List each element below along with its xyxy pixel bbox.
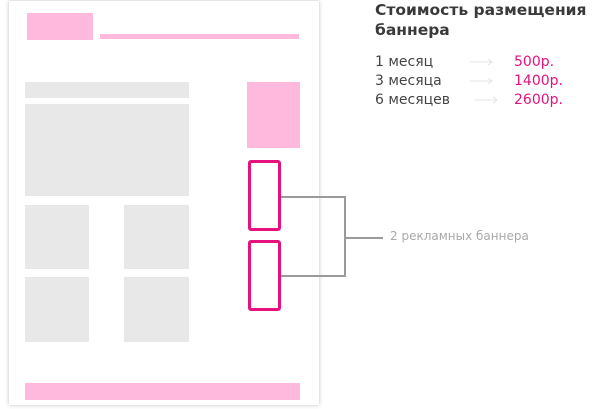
period-label: 6 месяцев: [375, 92, 451, 108]
ad-banners-label: 2 рекламных баннера: [390, 229, 529, 243]
arrow-right-icon: [470, 58, 493, 66]
price-row: 1 месяц 500р.: [375, 52, 599, 72]
period-label: 1 месяц: [375, 54, 434, 70]
content-block-1: [25, 205, 89, 269]
title-placeholder: [25, 82, 189, 98]
ad-banner-slot-1: [248, 160, 281, 231]
connector-line-pointer: [345, 237, 383, 239]
ad-banner-slot-2: [248, 240, 281, 311]
content-block-3: [25, 277, 89, 342]
header-menu-placeholder: [100, 34, 299, 39]
logo-placeholder: [27, 13, 93, 40]
sidebar-banner-placeholder: [247, 82, 300, 148]
price-row: 6 месяцев 2600р.: [375, 90, 599, 110]
price-value: 2600р.: [514, 92, 563, 108]
price-value: 1400р.: [514, 73, 563, 89]
period-label: 3 месяца: [375, 73, 442, 89]
arrow-right-icon: [470, 77, 493, 85]
footer-placeholder: [25, 383, 300, 400]
connector-line-top: [281, 196, 345, 198]
arrow-right-icon: [475, 96, 498, 104]
pricing-title: Стоимость размещения баннера: [375, 1, 587, 39]
main-image-placeholder: [25, 104, 189, 196]
connector-line-bottom: [281, 275, 345, 277]
price-value: 500р.: [514, 54, 555, 70]
content-block-4: [124, 277, 189, 342]
content-block-2: [124, 205, 189, 269]
price-row: 3 месяца 1400р.: [375, 71, 599, 91]
